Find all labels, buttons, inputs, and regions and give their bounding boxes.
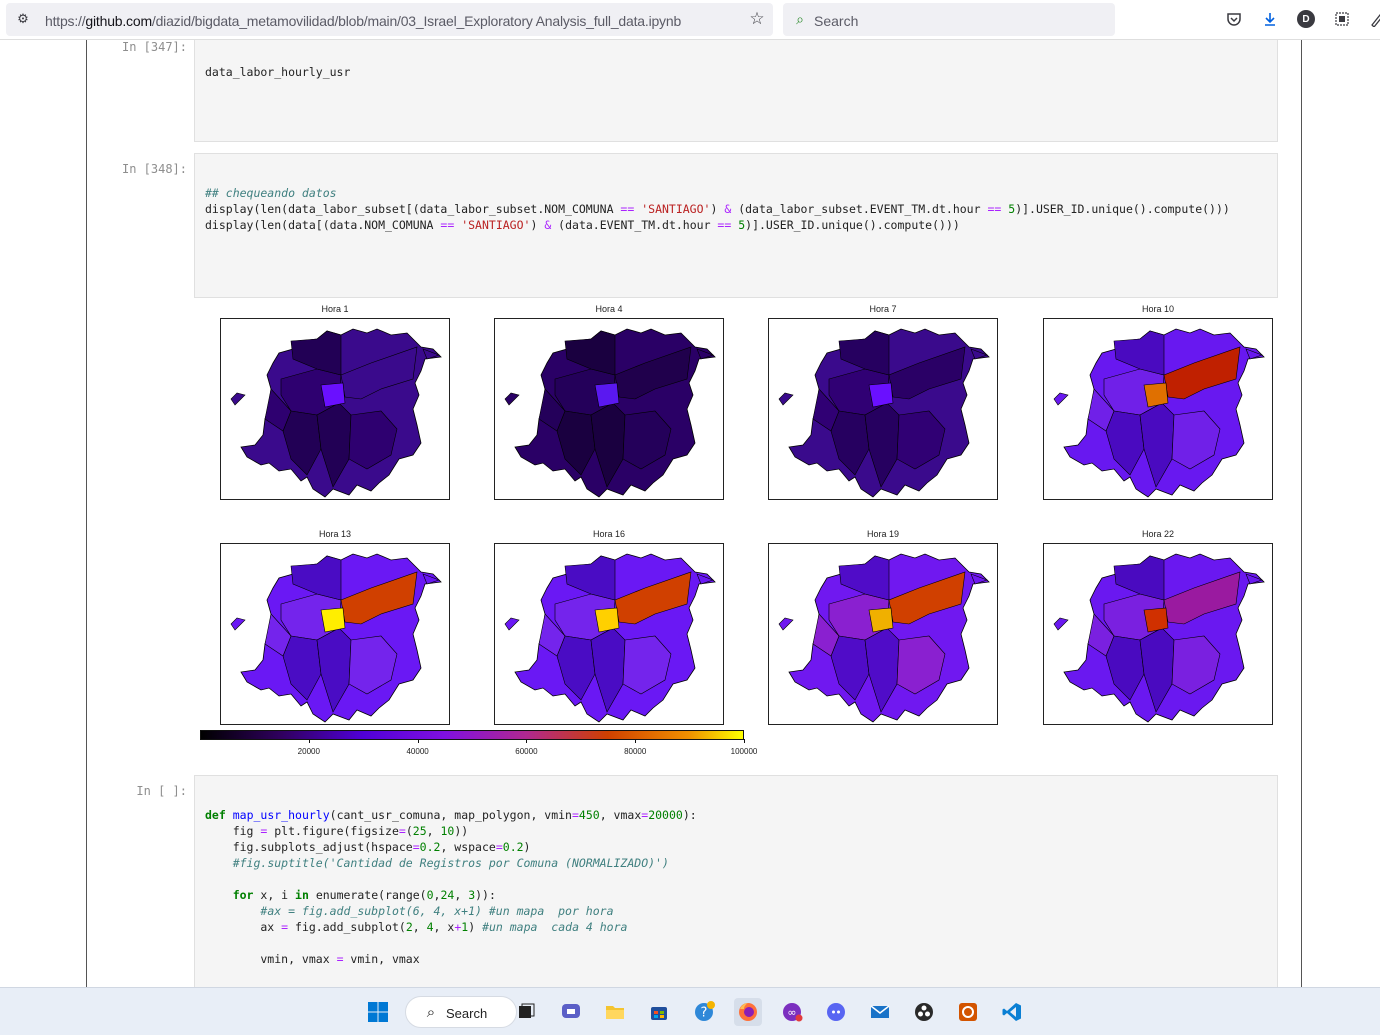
colorbar [200, 730, 744, 740]
bookmark-star-icon[interactable]: ☆ [746, 8, 768, 30]
choropleth-map [220, 543, 450, 725]
taskbar-search-label: Search [446, 1006, 488, 1021]
choropleth-map [768, 543, 998, 725]
get-help-icon[interactable]: ? [690, 998, 718, 1026]
colorbar-tick-mark [635, 739, 637, 743]
svg-text:∞: ∞ [787, 1006, 796, 1019]
search-icon: ⌕ [426, 1003, 436, 1021]
start-button[interactable] [364, 998, 392, 1026]
subplot-title: Hora 10 [1141, 304, 1175, 314]
notebook-page: In [347]: data_labor_hourly_usr In [348]… [0, 40, 1380, 987]
colorbar-tick-mark [744, 739, 745, 743]
obs-icon[interactable] [910, 998, 938, 1026]
subplot-title: Hora 22 [1141, 529, 1175, 539]
pocket-icon[interactable] [1223, 8, 1245, 30]
mail-icon[interactable] [866, 998, 894, 1026]
app-infinity-icon[interactable]: ∞ [778, 998, 806, 1026]
choropleth-map [494, 318, 724, 500]
colorbar-tick-label: 100000 [730, 747, 758, 756]
choropleth-map [1043, 318, 1273, 500]
subplot-title: Hora 1 [321, 304, 349, 314]
extension-icon[interactable] [1366, 8, 1380, 30]
file-explorer-icon[interactable] [601, 998, 629, 1026]
search-bar[interactable]: ⌕ Search [783, 3, 1115, 36]
cell-prompt: In [348]: [121, 162, 187, 176]
browser-toolbar: ⚙ https://github.com/diazid/bigdata_meta… [0, 0, 1380, 40]
colorbar-tick-label: 40000 [406, 747, 429, 756]
subplot-title: Hora 13 [318, 529, 352, 539]
store-icon[interactable] [645, 998, 673, 1026]
code-cell-348[interactable]: ## chequeando datos display(len(data_lab… [194, 153, 1278, 298]
page-info-icon[interactable]: ⚙ [12, 8, 34, 30]
colorbar-tick-mark [526, 739, 528, 743]
subplot-title: Hora 7 [869, 304, 897, 314]
cell-prompt: In [347]: [121, 40, 187, 54]
windows-taskbar: ⌕ Search ? ∞ [0, 987, 1380, 1035]
url-scheme: https:// [45, 13, 86, 29]
colorbar-tick-label: 20000 [297, 747, 320, 756]
account-avatar[interactable]: D [1295, 8, 1317, 30]
firefox-icon[interactable] [734, 998, 762, 1026]
colorbar-tick-mark [308, 739, 310, 743]
vscode-icon[interactable] [998, 998, 1026, 1026]
colorbar-tick-mark [417, 739, 419, 743]
choropleth-map [220, 318, 450, 500]
colorbar-tick-label: 60000 [515, 747, 538, 756]
screenshot-icon[interactable] [1331, 8, 1353, 30]
subplot-title: Hora 19 [866, 529, 900, 539]
code-block: ## chequeando datos display(len(data_lab… [205, 186, 1230, 232]
url-path: /diazid/bigdata_metamovilidad/blob/main/… [151, 13, 682, 29]
subplot-title: Hora 16 [592, 529, 626, 539]
downloads-icon[interactable] [1259, 8, 1281, 30]
search-icon: ⌕ [796, 10, 804, 27]
avatar-initial: D [1297, 10, 1315, 28]
discord-icon[interactable] [822, 998, 850, 1026]
address-bar[interactable]: ⚙ https://github.com/diazid/bigdata_meta… [6, 3, 773, 36]
search-placeholder: Search [814, 13, 859, 29]
code-cell-map-usr-hourly[interactable]: def map_usr_hourly(cant_usr_comuna, map_… [194, 775, 1278, 987]
app-orange-icon[interactable] [954, 998, 982, 1026]
taskbar-search[interactable]: ⌕ Search [405, 996, 517, 1028]
code-block: def map_usr_hourly(cant_usr_comuna, map_… [205, 808, 697, 966]
task-view-icon[interactable] [512, 998, 540, 1026]
svg-text:?: ? [701, 1006, 708, 1021]
chat-icon[interactable] [557, 998, 585, 1026]
code-cell-347[interactable]: data_labor_hourly_usr [194, 40, 1278, 142]
code-line: data_labor_hourly_usr [205, 65, 351, 79]
choropleth-map [494, 543, 724, 725]
subplot-title: Hora 4 [595, 304, 623, 314]
choropleth-map [768, 318, 998, 500]
url-text: https://github.com/diazid/bigdata_metamo… [45, 13, 681, 29]
choropleth-map [1043, 543, 1273, 725]
url-host: github.com [85, 13, 152, 29]
colorbar-tick-label: 80000 [624, 747, 647, 756]
output-figure: Hora 1 Hora 4 Hora 7 Hora 10 Hora 13 Hor… [196, 298, 1280, 770]
cell-prompt: In [ ]: [136, 784, 187, 798]
